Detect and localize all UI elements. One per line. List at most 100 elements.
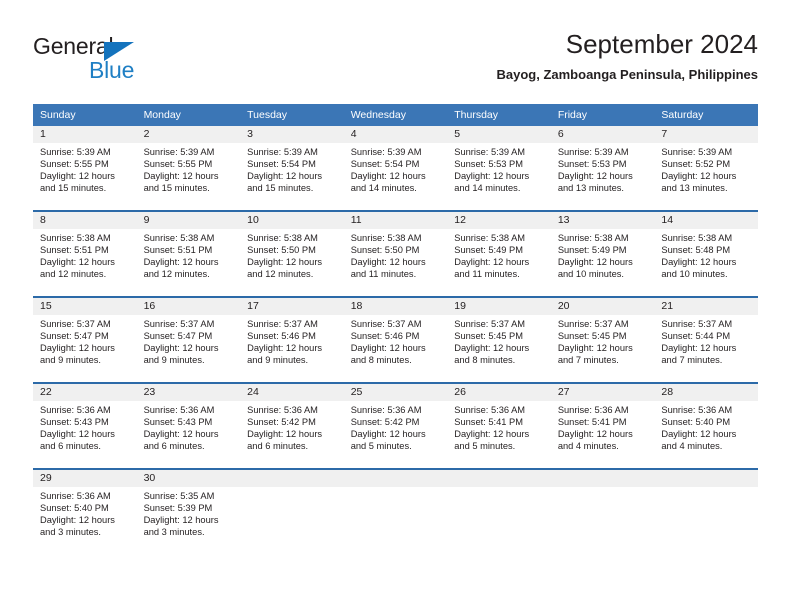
daylight-duration-line2: and 10 minutes. xyxy=(557,268,624,279)
calendar-day-cell[interactable]: 8 Sunrise: 5:38 AM Sunset: 5:51 PM Daylight… xyxy=(33,212,137,296)
calendar-day-cell[interactable]: 27 Sunrise: 5:36 AM Sunset: 5:41 PM Dayligh… xyxy=(550,384,655,468)
daylight-duration-line2: and 9 minutes. xyxy=(40,354,101,365)
daylight-duration-line1: Daylight: 12 hours xyxy=(557,170,633,181)
calendar-day-cell[interactable]: 18 Sunrise: 5:37 AM Sunset: 5:46 PM Dayligh… xyxy=(343,298,448,382)
sunset-time: Sunset: 5:45 PM xyxy=(557,330,627,341)
calendar-day-cell[interactable]: 30 Sunrise: 5:35 AM Sunset: 5:39 PM Dayligh… xyxy=(136,470,241,554)
sunrise-time: Sunrise: 5:38 AM xyxy=(247,233,318,243)
calendar-day-cell[interactable]: 4 Sunrise: 5:39 AM Sunset: 5:54 PM Daylight… xyxy=(343,126,448,210)
calendar-day-cell[interactable] xyxy=(550,470,655,554)
sunrise-time: Sunrise: 5:38 AM xyxy=(454,233,526,243)
calendar-day-cell[interactable]: 2 Sunrise: 5:39 AM Sunset: 5:55 PM Daylight… xyxy=(136,126,241,210)
calendar-day-cell[interactable]: 19 Sunrise: 5:37 AM Sunset: 5:45 PM Dayligh… xyxy=(447,298,551,382)
sunrise-time: Sunrise: 5:39 AM xyxy=(247,147,318,157)
day-details: Sunrise: 5:36 AM Sunset: 5:43 PM Daylight:… xyxy=(137,401,241,453)
sunset-time: Sunset: 5:53 PM xyxy=(557,158,627,169)
calendar-day-cell[interactable]: 26 Sunrise: 5:36 AM Sunset: 5:41 PM Dayligh… xyxy=(447,384,551,468)
calendar-day-cell[interactable]: 15 Sunrise: 5:37 AM Sunset: 5:47 PM Dayligh… xyxy=(33,298,137,382)
calendar-day-cell[interactable]: 12 Sunrise: 5:38 AM Sunset: 5:49 PM Dayligh… xyxy=(447,212,551,296)
calendar-day-cell[interactable]: 17 Sunrise: 5:37 AM Sunset: 5:46 PM Dayligh… xyxy=(240,298,344,382)
calendar-day-cell[interactable]: 9 Sunrise: 5:38 AM Sunset: 5:51 PM Daylight… xyxy=(136,212,241,296)
sunrise-time: Sunrise: 5:37 AM xyxy=(661,319,733,329)
daylight-duration-line1: Daylight: 12 hours xyxy=(454,256,530,267)
day-details: Sunrise: 5:38 AM Sunset: 5:51 PM Daylight:… xyxy=(137,229,241,281)
sunrise-time: Sunrise: 5:37 AM xyxy=(143,319,215,329)
sunrise-time: Sunrise: 5:37 AM xyxy=(40,319,111,329)
daylight-duration-line1: Daylight: 12 hours xyxy=(350,256,426,267)
calendar-day-cell[interactable] xyxy=(240,470,344,554)
daylight-duration-line1: Daylight: 12 hours xyxy=(247,170,323,181)
calendar-day-cell[interactable] xyxy=(447,470,551,554)
daylight-duration-line2: and 3 minutes. xyxy=(143,526,205,537)
sunset-time: Sunset: 5:46 PM xyxy=(350,330,420,341)
page-title: September 2024 xyxy=(565,29,758,59)
day-number: 14 xyxy=(654,212,758,229)
day-details: Sunrise: 5:39 AM Sunset: 5:54 PM Daylight:… xyxy=(240,143,344,195)
day-number: 20 xyxy=(550,298,655,315)
daylight-duration-line1: Daylight: 12 hours xyxy=(557,256,633,267)
day-details: Sunrise: 5:38 AM Sunset: 5:50 PM Daylight:… xyxy=(240,229,344,281)
sunrise-time: Sunrise: 5:39 AM xyxy=(557,147,629,157)
day-number: 25 xyxy=(343,384,448,401)
sunrise-time: Sunrise: 5:36 AM xyxy=(247,405,318,415)
daylight-duration-line2: and 13 minutes. xyxy=(661,182,728,193)
calendar-day-cell[interactable]: 29 Sunrise: 5:36 AM Sunset: 5:40 PM Dayligh… xyxy=(33,470,137,554)
calendar-day-cell[interactable]: 11 Sunrise: 5:38 AM Sunset: 5:50 PM Dayligh… xyxy=(343,212,448,296)
calendar-day-cell[interactable]: 1 Sunrise: 5:39 AM Sunset: 5:55 PM Daylight… xyxy=(33,126,137,210)
calendar-day-cell[interactable]: 13 Sunrise: 5:38 AM Sunset: 5:49 PM Dayligh… xyxy=(550,212,655,296)
day-number: 30 xyxy=(136,470,241,487)
daylight-duration-line1: Daylight: 12 hours xyxy=(247,342,323,353)
day-details: Sunrise: 5:36 AM Sunset: 5:43 PM Daylight:… xyxy=(33,401,137,453)
day-number: 7 xyxy=(654,126,758,143)
day-number: 4 xyxy=(343,126,448,143)
calendar-day-cell[interactable]: 6 Sunrise: 5:39 AM Sunset: 5:53 PM Daylight… xyxy=(550,126,655,210)
calendar-day-cell[interactable]: 25 Sunrise: 5:36 AM Sunset: 5:42 PM Dayligh… xyxy=(343,384,448,468)
daylight-duration-line2: and 12 minutes. xyxy=(247,268,314,279)
sunrise-time: Sunrise: 5:37 AM xyxy=(557,319,629,329)
sunrise-time: Sunrise: 5:37 AM xyxy=(247,319,318,329)
day-details: Sunrise: 5:36 AM Sunset: 5:41 PM Daylight:… xyxy=(551,401,655,453)
sunrise-time: Sunrise: 5:36 AM xyxy=(40,405,111,415)
calendar-day-cell[interactable]: 5 Sunrise: 5:39 AM Sunset: 5:53 PM Daylight… xyxy=(447,126,551,210)
calendar-week-row: 29 Sunrise: 5:36 AM Sunset: 5:40 PM Dayligh… xyxy=(33,470,758,554)
calendar-day-cell[interactable]: 21 Sunrise: 5:37 AM Sunset: 5:44 PM Dayligh… xyxy=(654,298,758,382)
calendar-day-cell[interactable]: 28 Sunrise: 5:36 AM Sunset: 5:40 PM Dayligh… xyxy=(654,384,758,468)
day-number: 10 xyxy=(240,212,344,229)
daylight-duration-line1: Daylight: 12 hours xyxy=(557,428,633,439)
day-details: Sunrise: 5:38 AM Sunset: 5:49 PM Daylight:… xyxy=(551,229,655,281)
day-details: Sunrise: 5:38 AM Sunset: 5:50 PM Daylight:… xyxy=(344,229,448,281)
day-details: Sunrise: 5:37 AM Sunset: 5:46 PM Daylight:… xyxy=(344,315,448,367)
calendar-day-cell[interactable]: 3 Sunrise: 5:39 AM Sunset: 5:54 PM Daylight… xyxy=(240,126,344,210)
day-number xyxy=(240,470,344,487)
daylight-duration-line2: and 6 minutes. xyxy=(40,440,101,451)
sunrise-time: Sunrise: 5:36 AM xyxy=(557,405,629,415)
daylight-duration-line2: and 8 minutes. xyxy=(454,354,516,365)
day-number: 28 xyxy=(654,384,758,401)
calendar-day-cell[interactable]: 24 Sunrise: 5:36 AM Sunset: 5:42 PM Dayligh… xyxy=(240,384,344,468)
daylight-duration-line2: and 4 minutes. xyxy=(557,440,619,451)
page-subtitle: Bayog, Zamboanga Peninsula, Philippines xyxy=(496,67,759,82)
calendar-day-cell[interactable] xyxy=(654,470,758,554)
calendar-day-cell[interactable] xyxy=(343,470,448,554)
sunset-time: Sunset: 5:47 PM xyxy=(143,330,213,341)
sunrise-time: Sunrise: 5:36 AM xyxy=(143,405,215,415)
day-number: 23 xyxy=(136,384,241,401)
day-details: Sunrise: 5:37 AM Sunset: 5:47 PM Daylight:… xyxy=(137,315,241,367)
daylight-duration-line2: and 7 minutes. xyxy=(661,354,723,365)
calendar-day-cell[interactable]: 14 Sunrise: 5:38 AM Sunset: 5:48 PM Dayligh… xyxy=(654,212,758,296)
calendar-day-cell[interactable]: 20 Sunrise: 5:37 AM Sunset: 5:45 PM Dayligh… xyxy=(550,298,655,382)
calendar-day-cell[interactable]: 23 Sunrise: 5:36 AM Sunset: 5:43 PM Dayligh… xyxy=(136,384,241,468)
calendar-day-cell[interactable]: 10 Sunrise: 5:38 AM Sunset: 5:50 PM Dayligh… xyxy=(240,212,344,296)
day-number xyxy=(550,470,655,487)
day-number xyxy=(447,470,551,487)
daylight-duration-line2: and 14 minutes. xyxy=(454,182,521,193)
calendar-day-cell[interactable]: 22 Sunrise: 5:36 AM Sunset: 5:43 PM Dayligh… xyxy=(33,384,137,468)
daylight-duration-line1: Daylight: 12 hours xyxy=(143,342,219,353)
sunrise-time: Sunrise: 5:37 AM xyxy=(454,319,526,329)
calendar-day-cell[interactable]: 7 Sunrise: 5:39 AM Sunset: 5:52 PM Daylight… xyxy=(654,126,758,210)
calendar-day-cell[interactable]: 16 Sunrise: 5:37 AM Sunset: 5:47 PM Dayligh… xyxy=(136,298,241,382)
general-blue-logo[interactable]: General Blue xyxy=(33,33,233,89)
logo-text-blue: Blue xyxy=(89,57,135,83)
day-number: 12 xyxy=(447,212,551,229)
day-number: 8 xyxy=(33,212,137,229)
